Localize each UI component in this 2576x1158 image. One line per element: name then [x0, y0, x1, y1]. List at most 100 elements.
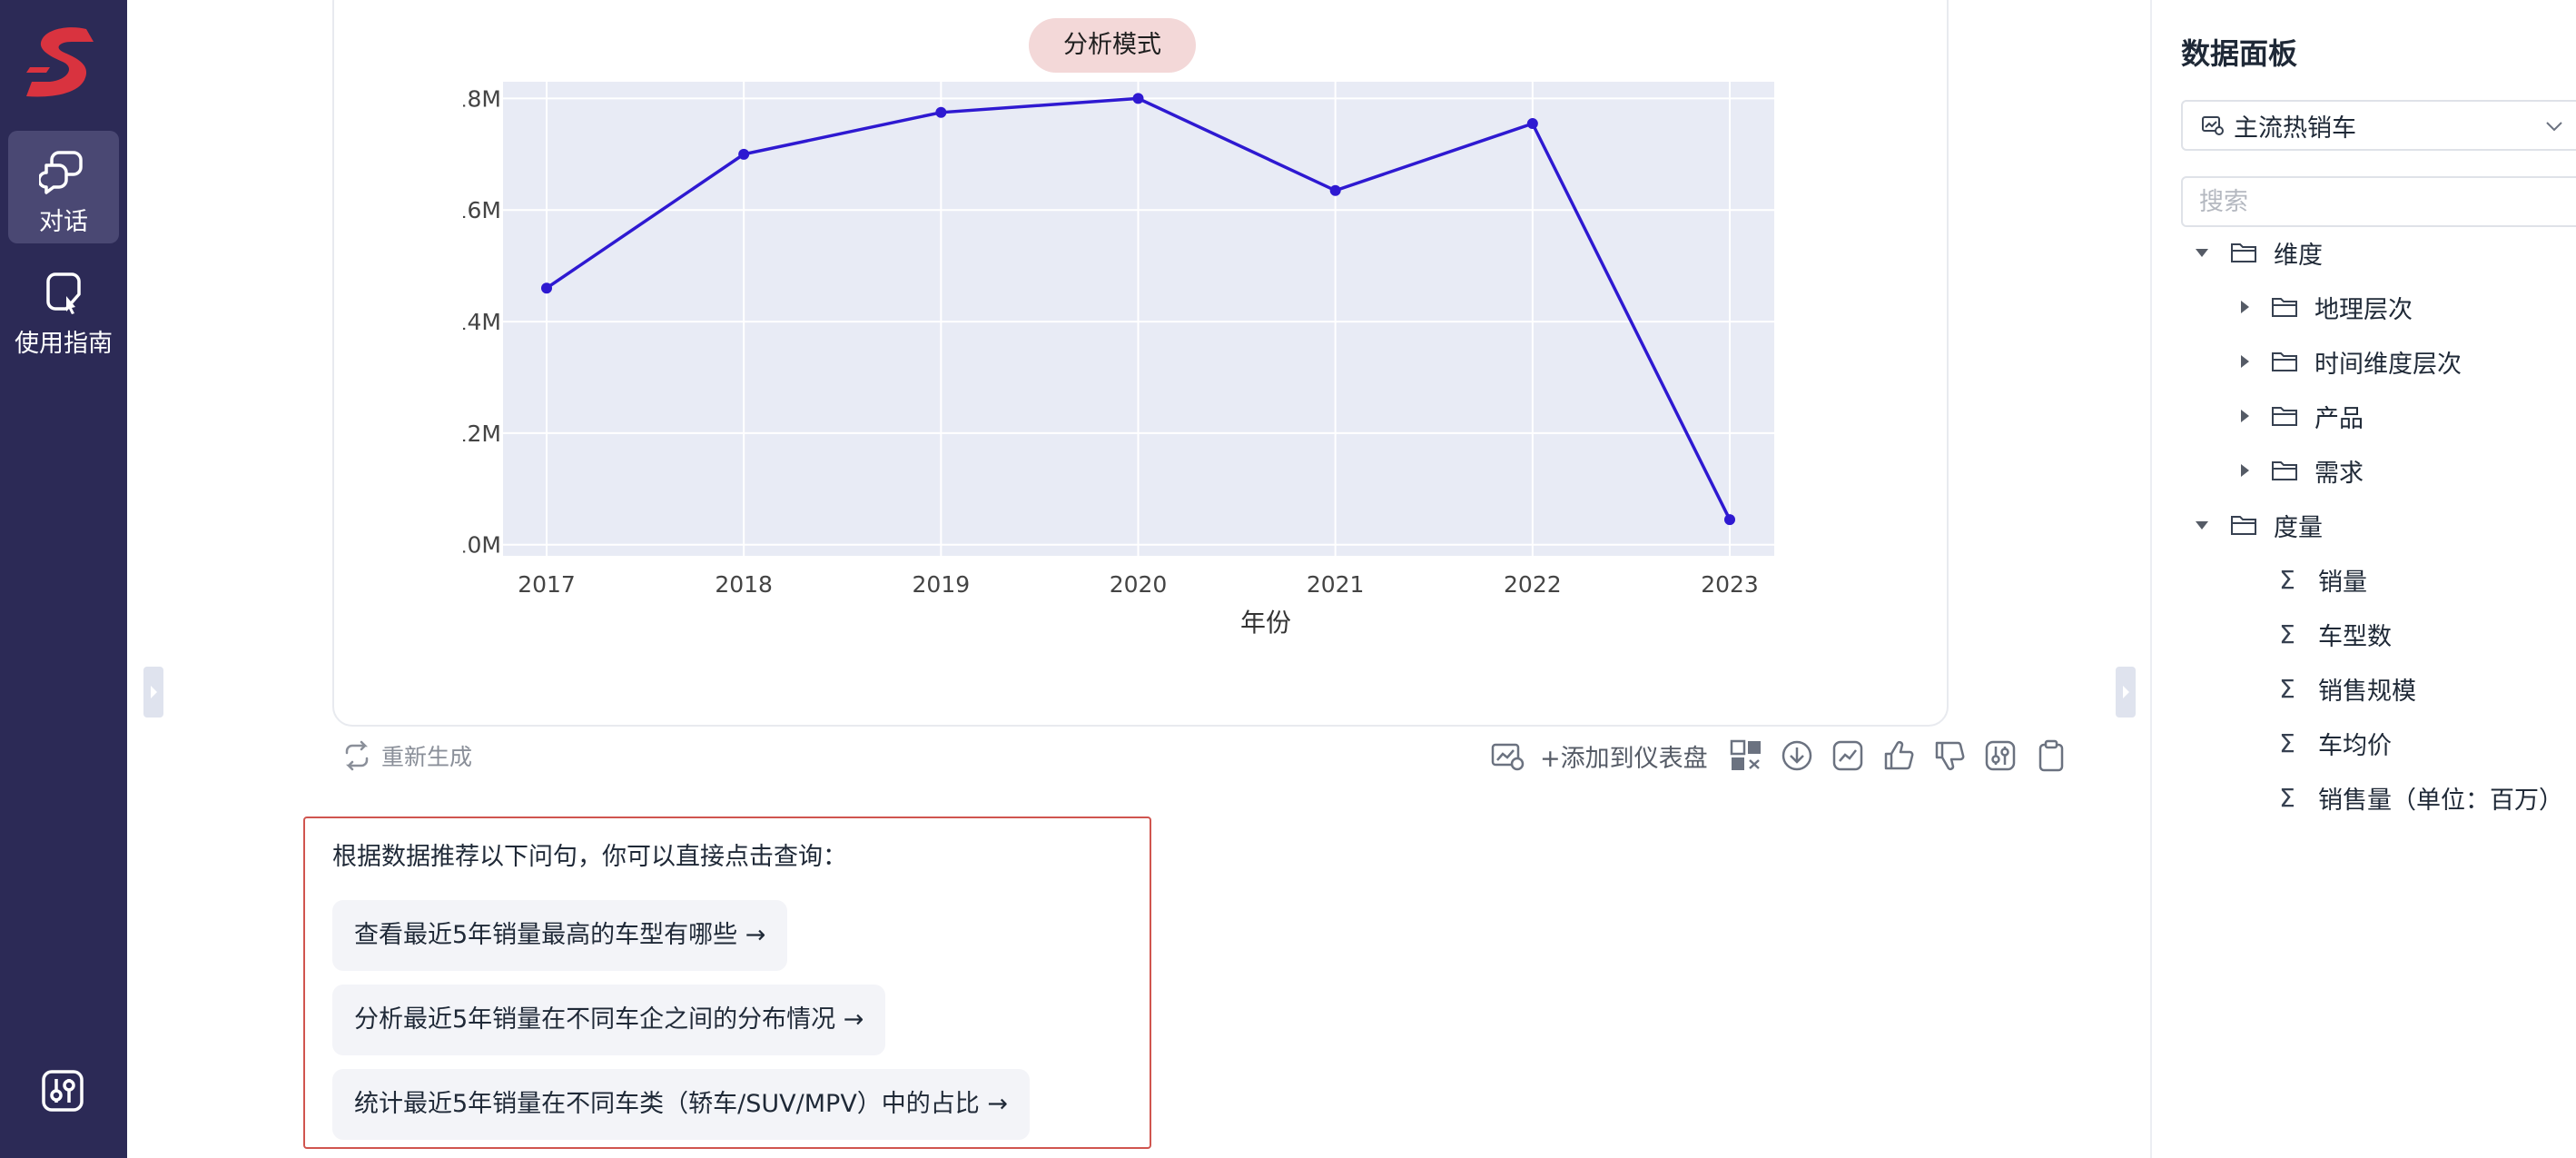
- y-tick-label: 10M: [463, 532, 501, 559]
- folder-icon: [2231, 516, 2256, 535]
- data-point[interactable]: [1329, 184, 1341, 196]
- adjust-icon[interactable]: [1982, 737, 2018, 774]
- x-tick-label: 2020: [1110, 571, 1168, 598]
- data-point[interactable]: [1132, 93, 1144, 104]
- sigma-icon: Σ: [2279, 727, 2295, 758]
- tree-node-label: 度量: [2274, 513, 2323, 542]
- regenerate-button[interactable]: 重新生成: [341, 737, 472, 774]
- measure-label: 销量: [2318, 568, 2367, 597]
- download-icon[interactable]: [1779, 737, 1815, 774]
- left-nav: 对话 使用指南: [0, 0, 127, 1158]
- x-tick-label: 2019: [913, 571, 971, 598]
- tree-node-label: 维度: [2274, 241, 2323, 270]
- chart-settings-icon[interactable]: [1489, 737, 1525, 774]
- caret-right-icon: [2241, 301, 2249, 313]
- folder-icon: [2272, 461, 2297, 480]
- caret-right-icon: [2241, 355, 2249, 368]
- data-point[interactable]: [1526, 118, 1538, 130]
- panel-title: 数据面板: [2181, 36, 2298, 71]
- tree-node-label: 产品: [2314, 404, 2364, 433]
- y-tick-label: 16M: [463, 197, 501, 223]
- measure-sales-volume-million[interactable]: Σ 销售量（单位：百万）: [2276, 775, 2563, 820]
- regenerate-label: 重新生成: [381, 744, 473, 770]
- measure-label: 车型数: [2318, 622, 2392, 651]
- caret-down-icon: [2196, 520, 2208, 530]
- sigma-icon: Σ: [2279, 673, 2295, 704]
- left-collapse-handle[interactable]: [143, 667, 163, 718]
- dataset-icon: [2202, 116, 2224, 135]
- tree-node-label: 地理层次: [2314, 295, 2413, 324]
- sigma-icon: Σ: [2279, 619, 2295, 649]
- tree-node-product[interactable]: 产品: [2241, 393, 2364, 439]
- answer-toolbar: +添加到仪表盘: [1489, 737, 2069, 774]
- x-tick-label: 2023: [1701, 571, 1759, 598]
- model-select-value: 主流热销车: [2234, 114, 2356, 143]
- panel-search-input[interactable]: [2181, 176, 2576, 227]
- calculator-icon[interactable]: [1728, 737, 1764, 774]
- nav-item-label: 对话: [39, 208, 88, 236]
- expand-arrow-icon: [151, 686, 157, 698]
- measure-sales[interactable]: Σ 销量: [2276, 557, 2367, 602]
- folder-icon: [2272, 298, 2297, 317]
- tree-node-time[interactable]: 时间维度层次: [2241, 339, 2462, 384]
- x-tick-labels: 2017 2018 2019 2020 2021 2022 2023: [518, 571, 1759, 598]
- x-axis-label: 年份: [1240, 608, 1291, 638]
- folder-icon: [2272, 352, 2297, 371]
- x-tick-label: 2018: [715, 571, 773, 598]
- tree-node-demand[interactable]: 需求: [2241, 448, 2364, 493]
- tree-node-dimensions[interactable]: 维度: [2196, 230, 2323, 275]
- data-point[interactable]: [541, 282, 552, 294]
- model-select[interactable]: 主流热销车: [2181, 100, 2576, 151]
- settings-sliders-icon: [42, 1070, 84, 1112]
- thumbs-down-icon[interactable]: [1931, 737, 1968, 774]
- recommended-question[interactable]: 分析最近5年销量在不同车企之间的分布情况 →: [332, 985, 886, 1055]
- trend-icon[interactable]: [1830, 737, 1866, 774]
- right-collapse-handle[interactable]: [2116, 667, 2136, 718]
- data-point[interactable]: [1724, 514, 1735, 526]
- y-tick-label: 12M: [463, 421, 501, 447]
- caret-right-icon: [2241, 464, 2249, 477]
- y-tick-label: 14M: [463, 309, 501, 335]
- app-logo[interactable]: [23, 25, 104, 102]
- chevron-down-icon: [2546, 122, 2562, 132]
- clipboard-icon[interactable]: [2033, 737, 2069, 774]
- nav-item-guide[interactable]: 使用指南: [8, 252, 119, 365]
- x-tick-label: 2021: [1307, 571, 1365, 598]
- measure-avg-price[interactable]: Σ 车均价: [2276, 720, 2392, 766]
- tree-node-label: 时间维度层次: [2314, 350, 2462, 379]
- sales-line-chart: 10M 12M 14M 16M 18M 2017 2018 2019 2020 2021 2022…: [463, 82, 1774, 638]
- expand-arrow-icon: [2123, 686, 2129, 698]
- measure-label: 销售规模: [2318, 677, 2416, 706]
- measure-model-count[interactable]: Σ 车型数: [2276, 611, 2392, 657]
- y-tick-labels: 10M 12M 14M 16M 18M: [463, 85, 501, 558]
- tree-node-label: 需求: [2314, 459, 2364, 488]
- add-to-dashboard-button[interactable]: +添加到仪表盘: [1540, 738, 1708, 774]
- x-tick-label: 2017: [518, 571, 576, 598]
- calc-sigma-icon: Σ: [2279, 782, 2295, 813]
- guide-icon: [46, 272, 81, 314]
- measure-label: 销售量（单位：百万）: [2318, 786, 2563, 815]
- recommended-questions: 根据数据推荐以下问句，你可以直接点击查询： 查看最近5年销量最高的车型有哪些 →…: [303, 817, 1151, 1149]
- refresh-icon: [345, 740, 369, 771]
- data-point[interactable]: [935, 106, 947, 118]
- recommended-title: 根据数据推荐以下问句，你可以直接点击查询：: [332, 843, 847, 871]
- measure-sales-scale[interactable]: Σ 销售规模: [2276, 666, 2416, 711]
- nav-item-chat[interactable]: 对话: [8, 131, 119, 243]
- tree-node-measures[interactable]: 度量: [2196, 502, 2323, 548]
- main-area: 分析模式 10M 12M 14M 16M 18M 2017 2018 2019 2020 202…: [127, 0, 2150, 1158]
- caret-right-icon: [2241, 410, 2249, 422]
- recommended-question[interactable]: 统计最近5年销量在不同车类（轿车/SUV/MPV）中的占比 →: [332, 1069, 1030, 1140]
- thumbs-up-icon[interactable]: [1880, 737, 1917, 774]
- x-tick-label: 2022: [1504, 571, 1562, 598]
- recommended-question[interactable]: 查看最近5年销量最高的车型有哪些 →: [332, 900, 788, 971]
- nav-item-label: 使用指南: [15, 330, 113, 358]
- y-tick-label: 18M: [463, 85, 501, 112]
- data-point[interactable]: [738, 148, 750, 160]
- analysis-mode-badge[interactable]: 分析模式: [1029, 18, 1196, 73]
- folder-icon: [2272, 407, 2297, 426]
- caret-down-icon: [2196, 248, 2208, 257]
- sigma-icon: Σ: [2279, 564, 2295, 595]
- folder-icon: [2231, 243, 2256, 262]
- settings-sliders-button[interactable]: [40, 1068, 85, 1113]
- tree-node-geo[interactable]: 地理层次: [2241, 284, 2413, 330]
